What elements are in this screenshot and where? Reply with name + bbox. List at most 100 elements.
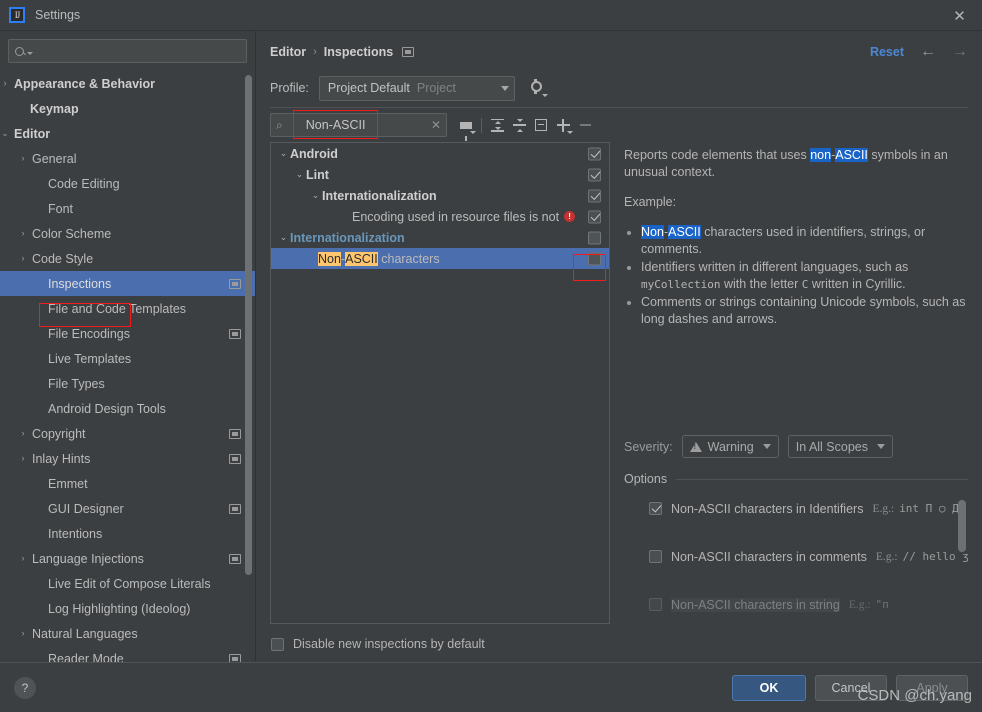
sidebar-item-language-injections[interactable]: › Language Injections <box>0 546 255 571</box>
options-scrollbar[interactable] <box>958 500 966 552</box>
inspection-tree-row[interactable]: Encoding used in resource files is not! <box>271 206 609 227</box>
close-icon[interactable]: ✕ <box>937 0 982 31</box>
inspection-tree-row[interactable]: Non-ASCII characters <box>271 248 609 269</box>
ok-button[interactable]: OK <box>732 674 806 701</box>
filter-icon[interactable] <box>455 114 477 141</box>
sidebar-item-file-and-code-templates[interactable]: File and Code Templates <box>0 296 255 321</box>
disable-new-inspections-row[interactable]: Disable new inspections by default <box>270 626 968 662</box>
inspection-enabled-checkbox[interactable] <box>588 168 601 181</box>
option-row[interactable]: Non-ASCII characters in comments E.g.: // … <box>624 546 968 567</box>
window-title: Settings <box>35 8 81 22</box>
chevron-down-icon[interactable]: ⌄ <box>293 169 306 180</box>
option-checkbox[interactable] <box>649 550 662 563</box>
back-arrow-icon[interactable]: ← <box>920 44 936 60</box>
inspection-tree-label: Non-ASCII characters <box>318 251 440 266</box>
apply-button[interactable]: Apply <box>896 674 968 701</box>
chevron-down-icon[interactable]: ⌄ <box>277 148 290 159</box>
collapse-all-icon[interactable] <box>508 114 530 136</box>
sidebar-item-natural-languages[interactable]: › Natural Languages <box>0 621 255 646</box>
sidebar-item-live-templates[interactable]: Live Templates <box>0 346 255 371</box>
breadcrumb: Editor › Inspections Reset ← → <box>270 35 968 69</box>
chevron-right-icon[interactable]: › <box>16 554 30 563</box>
chevron-right-icon[interactable]: › <box>16 229 30 238</box>
sidebar-item-font[interactable]: Font <box>0 196 255 221</box>
chevron-down-icon[interactable]: ⌄ <box>0 129 12 138</box>
sidebar-item-live-edit-of-compose-literals[interactable]: Live Edit of Compose Literals <box>0 571 255 596</box>
sidebar-item-label: File Types <box>48 376 105 391</box>
option-label: Non-ASCII characters in string <box>671 597 840 612</box>
chevron-right-icon[interactable]: › <box>16 429 30 438</box>
bullet1-hl2: ASCII <box>668 225 701 239</box>
sidebar-item-label: Appearance & Behavior <box>14 76 156 91</box>
sidebar-tree-scroll[interactable]: › Appearance & Behavior Keymap ⌄ Editor › Gene… <box>0 69 255 662</box>
sidebar-scrollbar[interactable] <box>245 75 252 575</box>
sidebar-item-gui-designer[interactable]: GUI Designer <box>0 496 255 521</box>
sidebar-item-reader-mode[interactable]: Reader Mode <box>0 646 255 662</box>
sidebar-item-intentions[interactable]: Intentions <box>0 521 255 546</box>
inspection-search-input[interactable]: ⌕ Non-ASCII ✕ <box>270 110 447 139</box>
sidebar-item-general[interactable]: › General <box>0 146 255 171</box>
inspection-tree-row[interactable]: ⌄ Lint <box>271 164 609 185</box>
option-checkbox[interactable] <box>649 598 662 611</box>
sidebar-item-copyright[interactable]: › Copyright <box>0 421 255 446</box>
options-title: Options <box>624 472 668 486</box>
clear-search-icon[interactable]: ✕ <box>431 118 441 132</box>
sidebar-item-label: Keymap <box>30 101 79 116</box>
sidebar-item-inlay-hints[interactable]: › Inlay Hints <box>0 446 255 471</box>
inspection-enabled-checkbox[interactable] <box>588 252 601 265</box>
inspection-description-pane: Reports code elements that uses non-ASCI… <box>624 142 968 624</box>
forward-arrow-icon[interactable]: → <box>952 44 968 60</box>
chevron-right-icon[interactable]: › <box>16 629 30 638</box>
severity-select[interactable]: Warning <box>681 435 779 458</box>
breadcrumb-parent[interactable]: Editor <box>270 45 306 59</box>
sidebar-item-file-encodings[interactable]: File Encodings <box>0 321 255 346</box>
sidebar-item-color-scheme[interactable]: › Color Scheme <box>0 221 255 246</box>
sidebar-item-editor[interactable]: ⌄ Editor <box>0 121 255 146</box>
disable-new-inspections-checkbox[interactable] <box>271 637 284 651</box>
option-example-label: E.g.: <box>872 502 895 515</box>
title-bar: IJ Settings ✕ <box>0 0 982 31</box>
sidebar-item-appearance-behavior[interactable]: › Appearance & Behavior <box>0 71 255 96</box>
group-by-icon[interactable] <box>530 114 552 136</box>
settings-search-input[interactable] <box>8 39 247 63</box>
inspection-enabled-checkbox[interactable] <box>588 147 601 160</box>
inspection-tree-row[interactable]: ⌄ Internationalization <box>271 227 609 248</box>
inspection-tree-label: Internationalization <box>290 230 405 245</box>
chevron-right-icon[interactable]: › <box>16 454 30 463</box>
inspection-tree[interactable]: ⌄ Android ⌄ Lint ⌄ Internationalization Encodi… <box>270 142 610 624</box>
expand-all-icon[interactable] <box>486 114 508 136</box>
option-row[interactable]: Non-ASCII characters in string E.g.: "п <box>624 594 968 615</box>
sidebar-item-emmet[interactable]: Emmet <box>0 471 255 496</box>
inspection-enabled-checkbox[interactable] <box>588 210 601 223</box>
cancel-button[interactable]: Cancel <box>815 674 887 701</box>
sidebar-item-code-editing[interactable]: Code Editing <box>0 171 255 196</box>
inspection-enabled-checkbox[interactable] <box>588 231 601 244</box>
sidebar-item-android-design-tools[interactable]: Android Design Tools <box>0 396 255 421</box>
chevron-right-icon[interactable]: › <box>16 154 30 163</box>
inspection-tree-label: Encoding used in resource files is not <box>352 209 560 224</box>
add-icon[interactable] <box>552 114 574 136</box>
warning-triangle-icon <box>689 441 702 452</box>
inspection-enabled-checkbox[interactable] <box>588 189 601 202</box>
inspection-tree-row[interactable]: ⌄ Internationalization <box>271 185 609 206</box>
scope-select[interactable]: In All Scopes <box>787 435 893 458</box>
options-rows[interactable]: Non-ASCII characters in Identifiers E.g.:… <box>624 498 968 618</box>
chevron-right-icon[interactable]: › <box>0 79 12 88</box>
inspection-tree-row[interactable]: ⌄ Android <box>271 143 609 164</box>
profile-select[interactable]: Project Default Project <box>318 75 515 101</box>
chevron-down-icon[interactable]: ⌄ <box>309 190 322 201</box>
option-checkbox[interactable] <box>649 502 662 515</box>
reset-button[interactable]: Reset <box>870 45 904 59</box>
sidebar-item-file-types[interactable]: File Types <box>0 371 255 396</box>
option-example-code: "п <box>875 598 889 611</box>
sidebar-item-keymap[interactable]: Keymap <box>0 96 255 121</box>
sidebar-item-inspections[interactable]: Inspections <box>0 271 255 296</box>
chevron-down-icon[interactable]: ⌄ <box>277 232 290 243</box>
sidebar-item-log-highlighting-ideolog[interactable]: Log Highlighting (Ideolog) <box>0 596 255 621</box>
option-row[interactable]: Non-ASCII characters in Identifiers E.g.:… <box>624 498 968 519</box>
sidebar-item-code-style[interactable]: › Code Style <box>0 246 255 271</box>
help-icon[interactable]: ? <box>14 676 36 699</box>
profile-settings-gear-icon[interactable] <box>529 79 548 97</box>
remove-icon <box>574 114 596 136</box>
chevron-right-icon[interactable]: › <box>16 254 30 263</box>
